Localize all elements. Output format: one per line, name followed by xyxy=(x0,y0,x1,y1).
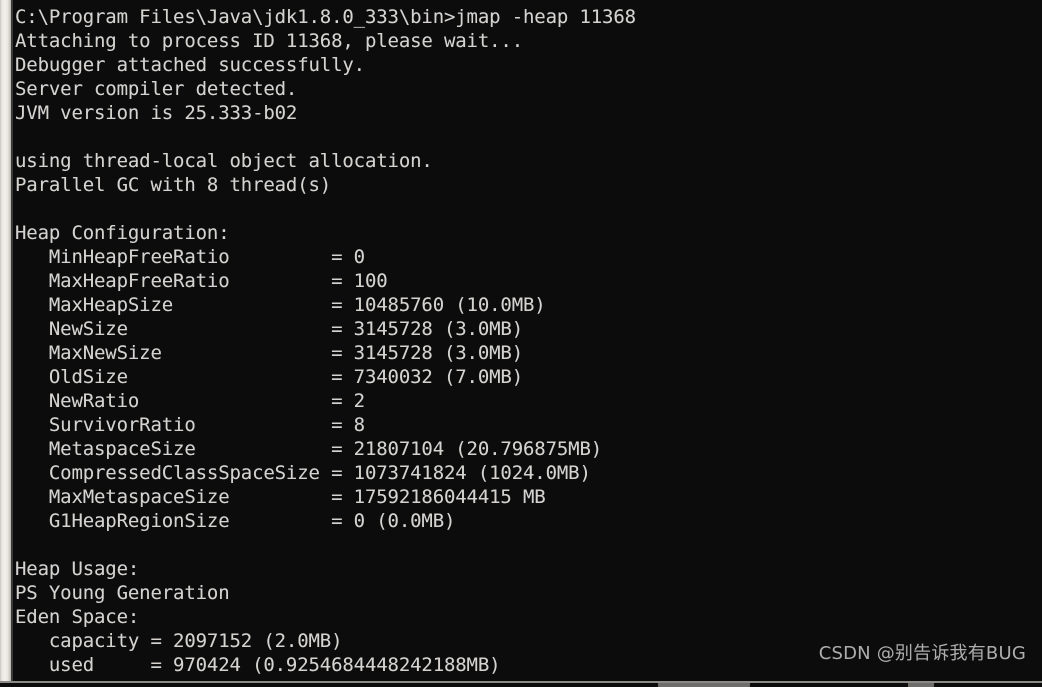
console-line-heap-configuration-title: Heap Configuration: xyxy=(15,222,230,244)
console-line: using thread-local object allocation. xyxy=(15,150,433,172)
console-line: Debugger attached successfully. xyxy=(15,54,365,76)
console-line-blank xyxy=(13,197,1042,221)
csdn-watermark: CSDN @别告诉我有BUG xyxy=(818,643,1026,664)
console-window: C:\Program Files\Java\jdk1.8.0_333\bin>j… xyxy=(0,0,1042,687)
console-line: JVM version is 25.333-b02 xyxy=(15,102,298,124)
console-line-g1-heap-region-size: G1HeapRegionSize = 0 (0.0MB) xyxy=(15,510,456,532)
console-line-metaspace-size: MetaspaceSize = 21807104 (20.796875MB) xyxy=(15,438,603,460)
console-line-blank xyxy=(13,125,1042,149)
console-line-max-heap-size: MaxHeapSize = 10485760 (10.0MB) xyxy=(15,294,546,316)
console-line-heap-usage-title: Heap Usage: xyxy=(15,558,140,580)
console-line-max-new-size: MaxNewSize = 3145728 (3.0MB) xyxy=(15,342,524,364)
console-line-survivor-ratio: SurvivorRatio = 8 xyxy=(15,414,365,436)
console-line-new-size: NewSize = 3145728 (3.0MB) xyxy=(15,318,524,340)
console-line-new-ratio: NewRatio = 2 xyxy=(15,390,365,412)
window-scrollbar-rail[interactable] xyxy=(0,0,11,687)
taskbar-chip-right[interactable] xyxy=(908,683,934,687)
desktop-strip xyxy=(0,683,1042,687)
console-line-compressed-class-space-size: CompressedClassSpaceSize = 1073741824 (1… xyxy=(15,462,591,484)
console-line-min-heap-free-ratio: MinHeapFreeRatio = 0 xyxy=(15,246,365,268)
console-line: Attaching to process ID 11368, please wa… xyxy=(15,30,524,52)
console-line: Server compiler detected. xyxy=(15,78,298,100)
console-line-max-metaspace-size: MaxMetaspaceSize = 17592186044415 MB xyxy=(15,486,546,508)
console-line: Parallel GC with 8 thread(s) xyxy=(15,174,332,196)
console-output-area[interactable]: C:\Program Files\Java\jdk1.8.0_333\bin>j… xyxy=(13,0,1042,687)
console-line-max-heap-free-ratio: MaxHeapFreeRatio = 100 xyxy=(15,270,388,292)
console-line-old-size: OldSize = 7340032 (7.0MB) xyxy=(15,366,524,388)
console-line-eden-space: Eden Space: xyxy=(15,606,140,628)
console-line: C:\Program Files\Java\jdk1.8.0_333\bin>j… xyxy=(15,6,636,28)
taskbar-chip-left[interactable] xyxy=(658,683,750,687)
console-line-blank xyxy=(13,533,1042,557)
console-line-young-generation: PS Young Generation xyxy=(15,582,230,604)
